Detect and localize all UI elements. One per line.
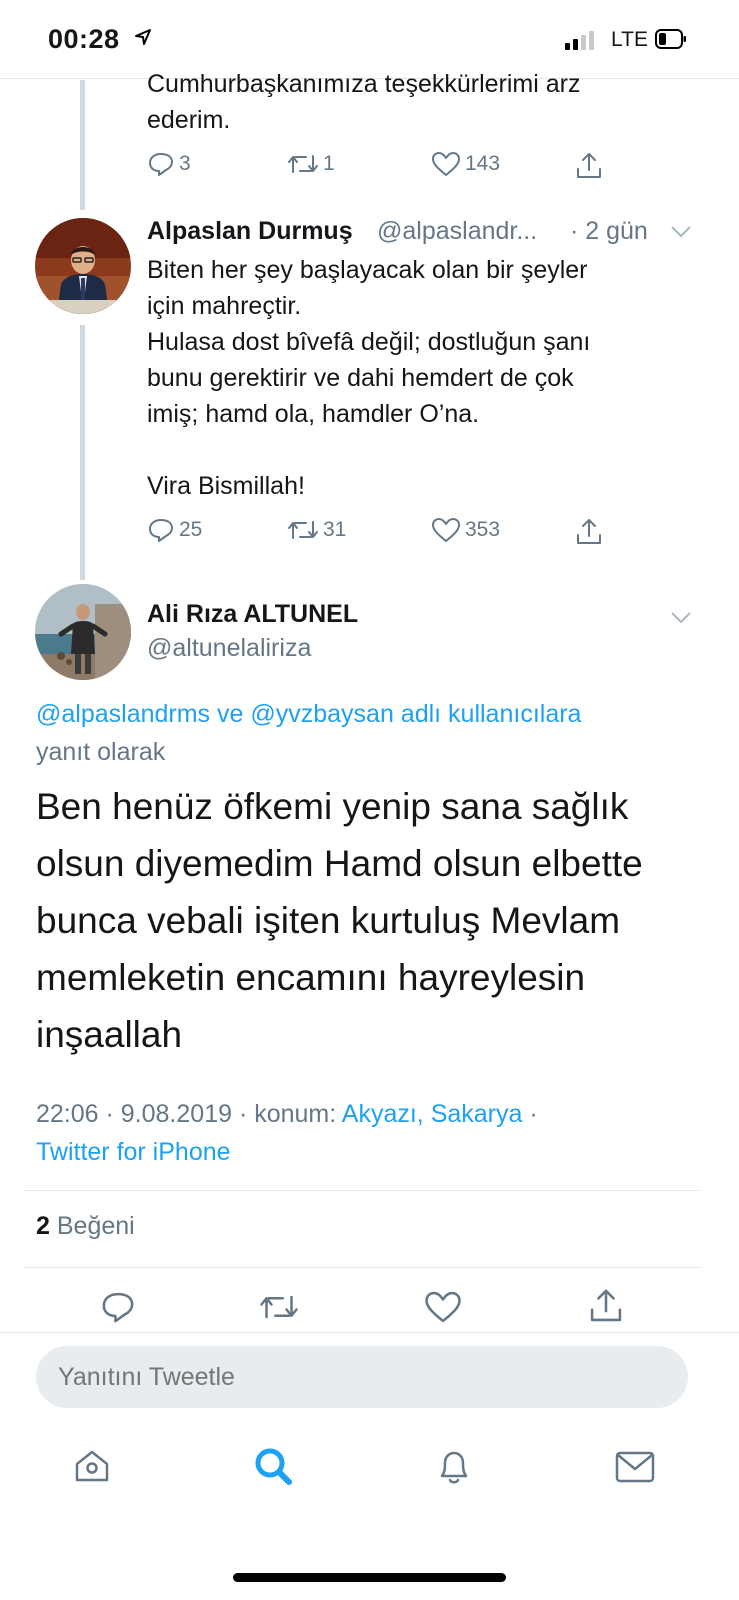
author-name-altunel[interactable]: Ali Rıza ALTUNEL [147,600,358,629]
signal-icon [565,31,594,50]
prev-reply-count: 3 [179,152,191,175]
location-arrow-icon [135,29,151,45]
avatar-altunel[interactable] [35,584,131,680]
tweet-timestamp: 22:06 · 9.08.2019 · konum: [36,1100,337,1128]
tweet2-like-count: 353 [465,518,501,541]
main-tweet-text: Ben henüz öfkemi yenip sana sağlık olsun… [36,786,643,1055]
reply-suffix: yanıt olarak [36,738,166,766]
heart-icon[interactable] [424,1289,462,1325]
tweet2-like-action[interactable]: 353 [431,516,500,544]
thread-line-top [80,80,85,210]
likes-divider [24,1267,700,1268]
messages-icon[interactable] [614,1449,656,1485]
tweet-meta: 22:06 · 9.08.2019 · konum: Akyazı, Sakar… [36,1095,716,1171]
home-indicator[interactable] [233,1573,506,1582]
reply-icon [149,153,173,176]
tweet-location-link[interactable]: Akyazı, Sakarya [342,1100,523,1128]
prev-like-action[interactable]: 143 [431,150,500,178]
tweet-time-ago: · 2 gün [570,217,648,245]
location-separator: · [522,1100,538,1128]
status-time: 00:28 [48,24,120,54]
retweet-icon [288,155,318,173]
reply-icon[interactable] [100,1289,136,1325]
author-name-alpaslan[interactable]: Alpaslan Durmuş [147,217,353,246]
reply-context: @alpaslandrms ve @yvzbaysan adlı kullanı… [36,695,696,771]
actions-divider [0,1332,739,1333]
prev-tweet-text: Cumhurbaşkanımıza teşekkürlerimi arz ede… [147,70,581,134]
reply-mentions-link[interactable]: @alpaslandrms ve @yvzbaysan adlı kullanı… [36,700,581,728]
likes-summary[interactable]: 2 Beğeni [36,1212,135,1241]
reply-icon [149,519,173,542]
prev-like-count: 143 [465,152,501,175]
prev-reply-action[interactable]: 3 [147,150,191,178]
reply-compose-bar[interactable] [36,1346,688,1408]
tweet2-reply-count: 25 [179,518,203,541]
chevron-down-icon[interactable] [670,611,692,625]
network-type: LTE [611,28,648,51]
reply-input[interactable] [36,1346,688,1408]
meta-divider [24,1190,700,1191]
heart-icon [432,152,460,176]
heart-icon [432,518,460,542]
share-icon[interactable] [574,517,604,547]
retweet-icon [288,521,318,539]
tweet-source-link[interactable]: Twitter for iPhone [36,1138,231,1166]
like-count: 2 [36,1212,50,1240]
search-icon[interactable] [252,1445,294,1487]
share-icon[interactable] [574,151,604,181]
thread-line-mid [80,325,85,580]
tweet2-retweet-action[interactable]: 31 [287,516,346,544]
author-handle-altunel[interactable]: @altunelaliriza [147,634,311,663]
prev-retweet-count: 1 [323,152,335,175]
retweet-icon[interactable] [259,1289,299,1325]
tweet2-reply-action[interactable]: 25 [147,516,202,544]
avatar-alpaslan[interactable] [35,218,131,314]
share-icon[interactable] [587,1287,625,1325]
tweet2-retweet-count: 31 [323,518,347,541]
tweet2-text: Biten her şey başlayacak olan bir şeyler… [147,256,591,500]
like-label: Beğeni [56,1212,135,1240]
notifications-icon[interactable] [434,1445,474,1487]
author-handle-alpaslan[interactable]: @alpaslandr... [377,217,537,246]
chevron-down-icon[interactable] [670,225,692,239]
battery-icon [655,29,686,49]
prev-retweet-action[interactable]: 1 [287,150,335,178]
home-icon[interactable] [72,1446,112,1486]
